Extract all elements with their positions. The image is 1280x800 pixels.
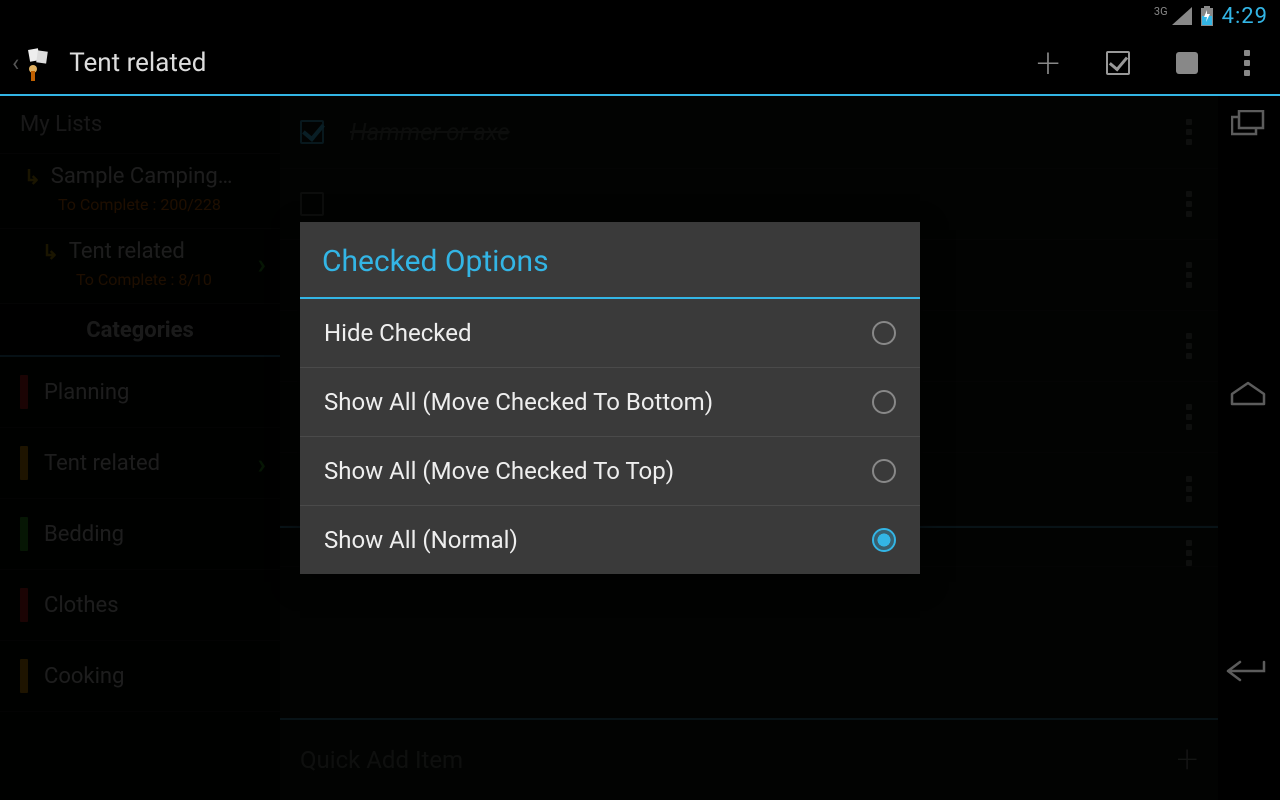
app-icon[interactable]: [23, 43, 55, 83]
radio-icon[interactable]: [872, 459, 896, 483]
dialog-option[interactable]: Show All (Move Checked To Top): [300, 437, 920, 506]
uncheck-all-button[interactable]: [1176, 52, 1198, 74]
clock: 4:29: [1222, 4, 1268, 29]
dialog-option-label: Hide Checked: [324, 319, 472, 347]
battery-icon: [1200, 6, 1214, 26]
back-chevron-icon[interactable]: ‹: [12, 49, 19, 77]
page-title: Tent related: [69, 48, 1036, 78]
radio-icon[interactable]: [872, 321, 896, 345]
dialog-option[interactable]: Show All (Move Checked To Bottom): [300, 368, 920, 437]
dialog-option-label: Show All (Normal): [324, 526, 518, 554]
dialog-option[interactable]: Hide Checked: [300, 299, 920, 368]
dialog-title: Checked Options: [300, 222, 920, 299]
dialog-option-label: Show All (Move Checked To Top): [324, 457, 674, 485]
status-bar: 3G 4:29: [0, 0, 1280, 32]
signal-icon: [1172, 7, 1192, 25]
action-bar: ‹ Tent related +: [0, 32, 1280, 96]
check-all-button[interactable]: [1106, 51, 1130, 75]
network-indicator: 3G: [1154, 5, 1168, 18]
overflow-menu-icon[interactable]: [1244, 50, 1250, 76]
add-button[interactable]: +: [1036, 39, 1060, 88]
checked-options-dialog: Checked Options Hide Checked Show All (Mo…: [300, 222, 920, 574]
radio-icon[interactable]: [872, 528, 896, 552]
radio-icon[interactable]: [872, 390, 896, 414]
dialog-option[interactable]: Show All (Normal): [300, 506, 920, 574]
dialog-option-label: Show All (Move Checked To Bottom): [324, 388, 713, 416]
